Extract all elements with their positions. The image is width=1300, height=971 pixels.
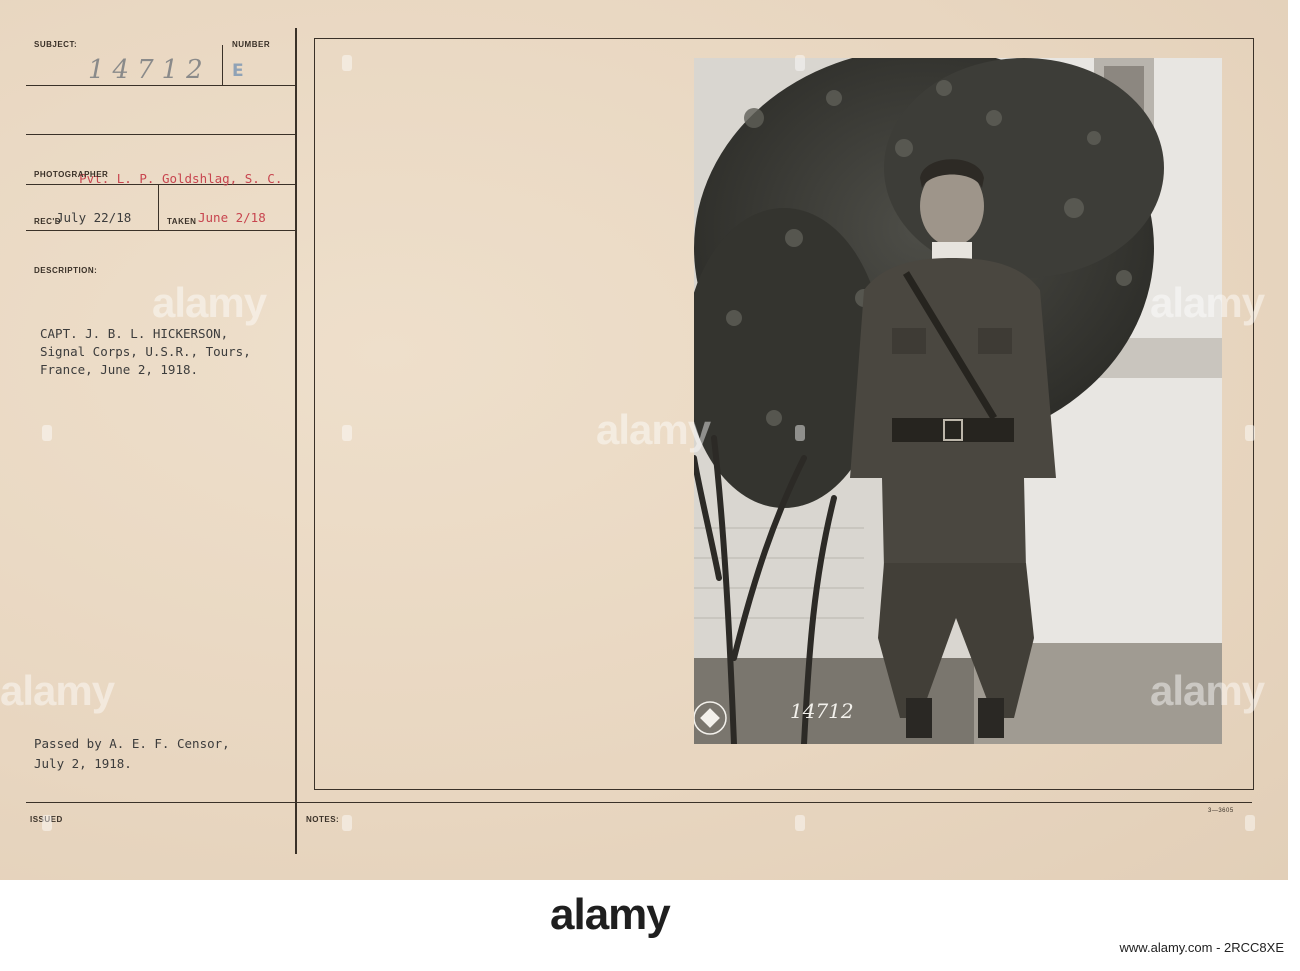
censor-line-2: July 2, 1918. [34,756,132,771]
portrait-photo: 14712 [694,58,1222,744]
photographer-label: PHOTOGRAPHER [34,170,109,179]
description-label: DESCRIPTION: [34,266,98,275]
watermark-dot [795,425,805,441]
form-code: 3—3605 [1208,808,1234,814]
watermark-dot [342,55,352,71]
portrait-scene: 14712 [694,58,1222,744]
watermark-dot [795,55,805,71]
photo-number: 14712 [790,699,854,723]
watermark-dot [795,815,805,831]
description-line-2: Signal Corps, U.S.R., Tours, [40,344,251,359]
number-label: NUMBER [232,40,271,49]
divider-left-column [295,28,297,854]
subject-number: 14712 [88,55,211,85]
description-line-3-text: France, June 2, 1918. [40,362,199,377]
watermark-1: alamy [152,279,267,326]
divider-description [26,230,296,231]
description-line-1-text: CAPT. J. B. L. HICKERSON, [40,326,229,341]
watermark-dot [342,815,352,831]
divider-photographer [26,134,296,135]
footer-logo: alamy [550,890,671,939]
divider-subject [26,85,296,86]
photo-frame-top [314,38,1254,39]
watermark-2: alamy [596,406,711,453]
watermark-4: alamy [1150,279,1265,326]
notes-label: NOTES: [306,815,340,824]
censor-line-1: Passed by A. E. F. Censor, [34,736,230,751]
footer-url: www.alamy.com - 2RCC8XE [1119,940,1284,955]
watermark-dot [42,815,52,831]
divider-subject-number [222,45,223,85]
taken-label: TAKEN [167,217,197,226]
watermark-5: alamy [1150,667,1265,714]
photo-frame-bottom [314,789,1254,790]
photographer-name-text: Pvt. L. P. Goldshlag, S. C. [79,171,283,186]
stamp-letter: E [232,61,244,81]
description-line-1: CAPT. J. B. L. HICKERSON, [40,326,228,341]
watermark-dot [42,425,52,441]
subject-label: SUBJECT: [34,40,78,49]
divider-issued [26,802,1252,803]
taken-date: June 2/18 [198,210,266,225]
watermark-dot [342,425,352,441]
archive-card: SUBJECT: NUMBER 14712 E Pvt. L. P. Golds… [0,0,1288,880]
watermark-dot [1245,425,1255,441]
description-line-3: France, June 2, 1918. [40,362,198,377]
watermark-3: alamy [0,667,115,714]
page: SUBJECT: NUMBER 14712 E Pvt. L. P. Golds… [0,0,1300,971]
photo-frame-left [314,38,315,790]
watermark-dot [1245,815,1255,831]
recd-date: July 22/18 [56,210,132,225]
description-line-2-text: Signal Corps, U.S.R., Tours, [40,344,251,359]
